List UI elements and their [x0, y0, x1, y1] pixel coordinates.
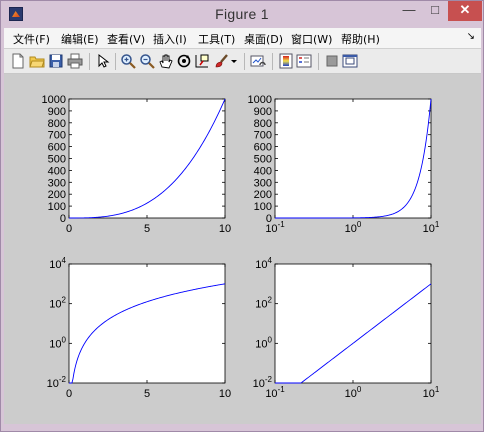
y-tick-label: 800: [254, 118, 272, 130]
menu-file[interactable]: 文件(F): [13, 31, 50, 47]
menu-insert[interactable]: 插入(I): [153, 31, 187, 47]
y-tick-label: 400: [254, 165, 272, 177]
x-tick-label: 5: [144, 223, 150, 235]
toolbar-separator: [244, 53, 245, 70]
x-tick-label: 0: [66, 223, 72, 235]
plot-area: 0 5 100100200300400500600700800900100010-1…: [42, 94, 440, 400]
x-tick-label: 100: [345, 220, 362, 235]
maximize-button[interactable]: □: [422, 1, 448, 21]
close-button[interactable]: ✕: [448, 1, 482, 21]
toolbar-separator: [272, 53, 273, 70]
y-tick-label: 100: [48, 201, 66, 213]
axes-box-2: [274, 98, 432, 219]
show-plot-tools-icon[interactable]: [342, 53, 358, 69]
minimize-button[interactable]: —: [396, 1, 422, 21]
save-icon[interactable]: [48, 53, 64, 69]
x-tick-label: 10-1: [265, 385, 285, 400]
y-tick-label: 700: [254, 130, 272, 142]
y-tick-label: 0: [266, 213, 272, 225]
menu-window[interactable]: 窗口(W): [291, 31, 332, 47]
menu-view[interactable]: 查看(V): [107, 31, 145, 47]
axes-box-4: [274, 263, 432, 384]
link-plot-icon[interactable]: [250, 53, 266, 69]
y-tick-label: 800: [48, 118, 66, 130]
y-tick-label: 100: [255, 335, 272, 350]
menu-desktop[interactable]: 桌面(D): [244, 31, 283, 47]
open-file-icon[interactable]: [29, 53, 45, 69]
x-tick-label: 10: [219, 388, 231, 400]
x-tick-label: 101: [423, 385, 440, 400]
dock-arrow-icon[interactable]: ↘: [467, 31, 475, 42]
menu-edit[interactable]: 编辑(E): [61, 31, 99, 47]
menu-bar: 文件(F) 编辑(E) 查看(V) 插入(I) 工具(T) 桌面(D) 窗口(W…: [4, 28, 481, 48]
axes-box-1: [68, 98, 226, 219]
y-tick-label: 100: [254, 201, 272, 213]
print-icon[interactable]: [67, 53, 83, 69]
x-tick-label: 10: [219, 223, 231, 235]
y-tick-label: 1000: [42, 94, 66, 106]
legend-icon[interactable]: [296, 53, 312, 69]
y-tick-label: 900: [254, 106, 272, 118]
y-tick-label: 100: [49, 335, 66, 350]
figure-canvas[interactable]: 0 5 10 0 100 200 300 400 500 600 700 800 900 1000 10-1…: [4, 74, 481, 424]
y-tick-label: 600: [48, 142, 66, 154]
y-tick-label: 300: [48, 177, 66, 189]
figure-toolbar: [4, 48, 481, 74]
menu-help[interactable]: 帮助(H): [341, 31, 380, 47]
y-tick-label: 400: [48, 165, 66, 177]
x-tick-label: 101: [423, 220, 440, 235]
dropdown-arrow-icon[interactable]: [230, 53, 238, 69]
toolbar-separator: [115, 53, 116, 70]
y-tick-label: 600: [254, 142, 272, 154]
pan-hand-icon[interactable]: [158, 53, 174, 69]
y-tick-label: 500: [48, 154, 66, 166]
y-tick-label: 700: [48, 130, 66, 142]
title-bar[interactable]: Figure 1 — □ ✕: [1, 1, 483, 28]
pointer-icon[interactable]: [94, 53, 110, 69]
toolbar-separator: [318, 53, 319, 70]
y-tick-label: 300: [254, 177, 272, 189]
y-tick-label: 102: [49, 296, 66, 311]
y-tick-label: 900: [48, 106, 66, 118]
x-tick-label: 100: [345, 385, 362, 400]
y-tick-label: 1000: [248, 94, 272, 106]
menu-tools[interactable]: 工具(T): [198, 31, 235, 47]
y-tick-label: 104: [255, 256, 272, 271]
y-tick-label: 104: [49, 256, 66, 271]
toolbar-separator: [89, 53, 90, 70]
y-tick-label: 102: [255, 296, 272, 311]
data-cursor-icon[interactable]: [194, 53, 210, 69]
x-tick-label: 5: [144, 388, 150, 400]
zoom-out-icon[interactable]: [139, 53, 155, 69]
hide-plot-tools-icon[interactable]: [324, 53, 340, 69]
x-tick-label: 0: [66, 388, 72, 400]
figure-window: Figure 1 — □ ✕ 文件(F) 编辑(E) 查看(V) 插入(I) 工…: [0, 0, 484, 432]
new-figure-icon[interactable]: [10, 53, 26, 69]
zoom-in-icon[interactable]: [120, 53, 136, 69]
brush-icon[interactable]: [213, 53, 229, 69]
y-tick-label: 0: [60, 213, 66, 225]
y-tick-label: 200: [48, 189, 66, 201]
y-tick-label: 500: [254, 154, 272, 166]
rotate-3d-icon[interactable]: [176, 53, 192, 69]
axes-box-3: [68, 263, 226, 384]
y-tick-label: 200: [254, 189, 272, 201]
colorbar-icon[interactable]: [278, 53, 294, 69]
y-tick-label: 10-2: [47, 375, 67, 390]
